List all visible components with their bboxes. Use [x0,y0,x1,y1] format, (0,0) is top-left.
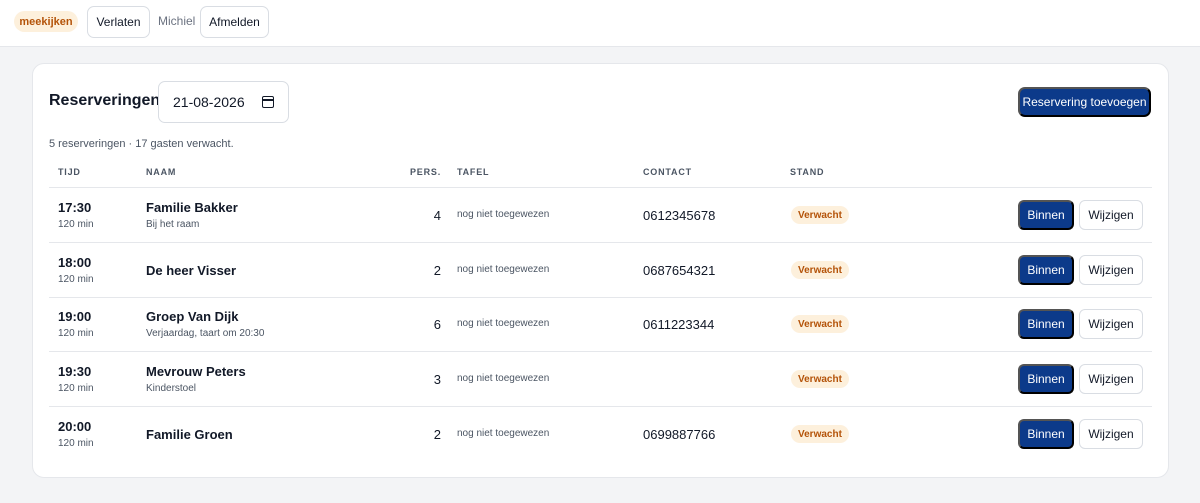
row-contact: 0611223344 [643,317,715,332]
row-name: Groep Van Dijk [146,309,239,324]
row-table: nog niet toegewezen [457,318,550,329]
date-input[interactable]: 21-08-2026 [158,81,289,123]
row-note: Kinderstoel [146,383,197,394]
row-table: nog niet toegewezen [457,264,550,275]
table-row: 20:00 120 min Familie Groen 2 nog niet t… [49,407,1152,462]
row-pers: 2 [433,263,441,278]
page-title: Reserveringen [49,92,161,109]
row-table: nog niet toegewezen [457,428,550,439]
status-badge: Verwacht [791,370,849,388]
edit-button[interactable]: Wijzigen [1079,309,1143,339]
table-row: 19:30 120 min Mevrouw Peters Kinderstoel… [49,352,1152,407]
edit-button[interactable]: Wijzigen [1079,364,1143,394]
status-badge: Verwacht [791,206,849,224]
row-duration: 120 min [58,274,94,285]
check-in-button[interactable]: Binnen [1018,419,1074,449]
row-time: 17:30 [58,200,92,215]
status-badge: Verwacht [791,261,849,279]
status-badge: Verwacht [791,315,849,333]
date-value: 21-08-2026 [173,94,245,110]
row-note: Bij het raam [146,219,200,230]
watch-mode-badge: meekijken [14,11,78,32]
row-note: Verjaardag, taart om 20:30 [146,328,265,339]
row-pers: 6 [433,317,441,332]
row-duration: 120 min [58,219,94,230]
header-table: TAFEL [457,167,490,177]
row-pers: 3 [433,372,441,387]
row-name: Mevrouw Peters [146,364,246,379]
header-name: NAAM [146,167,177,177]
row-pers: 2 [433,427,441,442]
leave-button[interactable]: Verlaten [87,6,150,38]
row-time: 19:00 [58,309,92,324]
edit-button[interactable]: Wijzigen [1079,419,1143,449]
check-in-button[interactable]: Binnen [1018,309,1074,339]
edit-button[interactable]: Wijzigen [1079,200,1143,230]
row-contact: 0699887766 [643,427,716,442]
row-table: nog niet toegewezen [457,209,550,220]
table-row: 18:00 120 min De heer Visser 2 nog niet … [49,243,1152,298]
row-duration: 120 min [58,383,94,394]
row-time: 19:30 [58,364,92,379]
current-user-name: Michiel [158,14,196,28]
row-contact: 0612345678 [643,208,716,223]
table-row: 17:30 120 min Familie Bakker Bij het raa… [49,188,1152,243]
logout-button[interactable]: Afmelden [200,6,269,38]
header-time: TIJD [58,167,81,177]
edit-button[interactable]: Wijzigen [1079,255,1143,285]
row-duration: 120 min [58,328,94,339]
header-status: STAND [790,167,825,177]
check-in-button[interactable]: Binnen [1018,255,1074,285]
row-name: Familie Groen [146,427,233,442]
header-pers: PERS. [410,167,442,177]
check-in-button[interactable]: Binnen [1018,200,1074,230]
row-contact: 0687654321 [643,263,716,278]
row-time: 18:00 [58,255,92,270]
row-name: De heer Visser [146,263,237,278]
table-row: 19:00 120 min Groep Van Dijk Verjaardag,… [49,297,1152,352]
reservation-summary: 5 reserveringen · 17 gasten verwacht. [49,138,234,150]
reservations-card: Reserveringen 21-08-2026 Reservering toe… [32,63,1169,478]
top-bar: meekijken Verlaten Michiel Afmelden [0,0,1200,47]
row-duration: 120 min [58,438,94,449]
row-table: nog niet toegewezen [457,373,550,384]
status-badge: Verwacht [791,425,849,443]
check-in-button[interactable]: Binnen [1018,364,1074,394]
add-reservation-button[interactable]: Reservering toevoegen [1018,87,1151,117]
header-contact: CONTACT [643,167,692,177]
row-time: 20:00 [58,419,92,434]
row-name: Familie Bakker [146,200,238,215]
calendar-icon[interactable] [262,96,274,108]
row-pers: 4 [433,208,441,223]
